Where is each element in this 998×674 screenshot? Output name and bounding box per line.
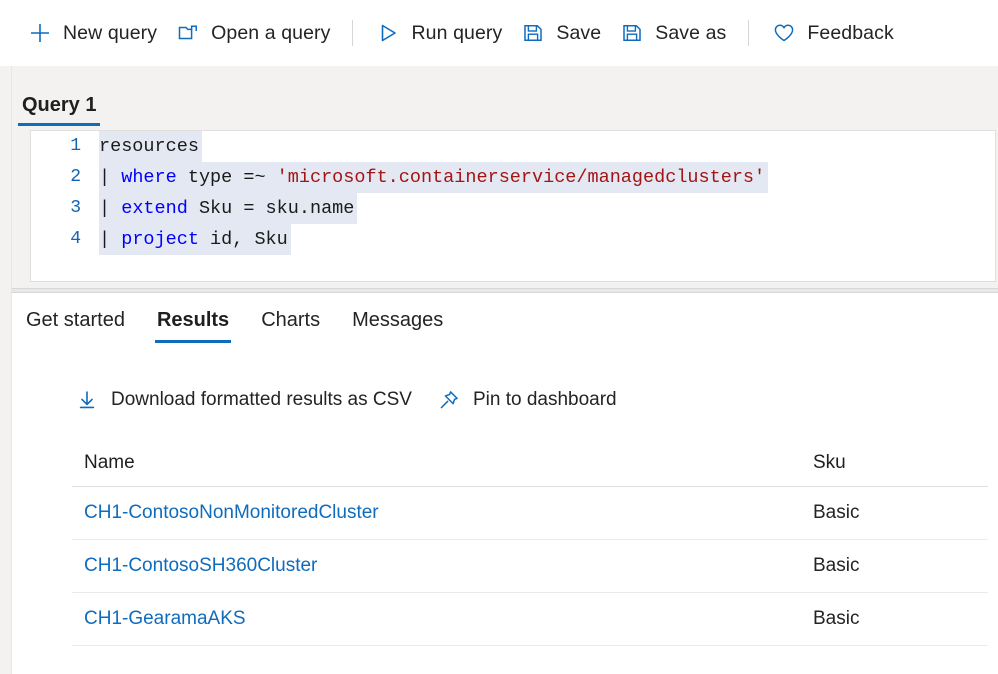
save-disk-icon: [520, 20, 546, 46]
cell-name: CH1-ContosoSH360Cluster: [72, 555, 801, 577]
new-query-label: New query: [63, 21, 158, 44]
results-area: Get started Results Charts Messages Down…: [12, 295, 998, 674]
toolbar-separator-2: [748, 20, 750, 46]
code-line: 1 resources: [31, 131, 995, 162]
open-query-label: Open a query: [211, 21, 331, 44]
code-line-text[interactable]: | extend Sku = sku.name: [99, 193, 358, 224]
cell-sku: Basic: [801, 555, 988, 577]
left-gutter: [0, 66, 12, 674]
query-tabstrip: Query 1: [12, 66, 101, 126]
table-row: CH1-ContosoNonMonitoredCluster Basic: [72, 487, 988, 540]
play-triangle-icon: [375, 20, 401, 46]
table-row: CH1-ContosoSH360Cluster Basic: [72, 540, 988, 593]
new-query-button[interactable]: New query: [18, 12, 166, 54]
resource-link[interactable]: CH1-GearamaAKS: [84, 608, 246, 629]
pin-to-dashboard-label: Pin to dashboard: [472, 389, 617, 410]
toolbar-separator-1: [352, 20, 354, 46]
tab-active-underline: [154, 340, 232, 343]
code-token: type =~: [176, 167, 277, 188]
query-pane: Query 1 1 resources 2 | where type =~ 'm…: [12, 66, 998, 292]
line-number: 2: [70, 167, 81, 187]
run-query-label: Run query: [411, 21, 503, 44]
sku-value: Basic: [813, 608, 860, 629]
run-query-button[interactable]: Run query: [366, 12, 511, 54]
command-toolbar: New query Open a query Run query Save Sa…: [0, 0, 998, 66]
code-token: Sku = sku.name: [187, 198, 355, 219]
cell-sku: Basic: [801, 502, 988, 524]
code-line-text[interactable]: | project id, Sku: [99, 224, 291, 255]
query-tab-active-underline: [18, 123, 101, 126]
tab-label: Charts: [261, 309, 321, 331]
column-header-sku[interactable]: Sku: [801, 452, 988, 474]
download-csv-button[interactable]: Download formatted results as CSV: [74, 387, 412, 413]
save-button[interactable]: Save: [511, 12, 610, 54]
code-token: |: [99, 167, 122, 188]
code-line-text[interactable]: | where type =~ 'microsoft.containerserv…: [99, 162, 769, 193]
pin-icon: [436, 387, 462, 413]
plus-icon: [27, 20, 53, 46]
tab-get-started[interactable]: Get started: [24, 305, 127, 343]
tab-label: Messages: [352, 309, 444, 331]
resource-link[interactable]: CH1-ContosoSH360Cluster: [84, 555, 317, 576]
code-token: |: [99, 198, 122, 219]
save-as-disk-icon: [619, 20, 645, 46]
save-as-button[interactable]: Save as: [610, 12, 735, 54]
download-csv-label: Download formatted results as CSV: [111, 389, 412, 410]
code-token: resources: [99, 136, 199, 157]
cell-name: CH1-GearamaAKS: [72, 608, 801, 630]
line-number: 1: [70, 136, 81, 156]
tab-results[interactable]: Results: [154, 305, 232, 343]
code-token-keyword: extend: [121, 198, 188, 219]
code-line: 4 | project id, Sku: [31, 224, 995, 255]
save-as-label: Save as: [655, 21, 727, 44]
folder-open-icon: [175, 20, 201, 46]
code-token-string: 'microsoft.containerservice/managedclust…: [276, 167, 766, 188]
tab-messages[interactable]: Messages: [350, 305, 445, 343]
sku-value: Basic: [813, 555, 860, 576]
table-row: CH1-GearamaAKS Basic: [72, 593, 988, 646]
pin-to-dashboard-button[interactable]: Pin to dashboard: [436, 387, 617, 413]
tab-label: Get started: [26, 309, 125, 331]
feedback-label: Feedback: [807, 21, 894, 44]
cell-name: CH1-ContosoNonMonitoredCluster: [72, 502, 801, 524]
line-number: 4: [70, 229, 81, 249]
pane-splitter[interactable]: [12, 288, 998, 293]
download-arrow-icon: [74, 387, 100, 413]
code-token: id, Sku: [198, 229, 288, 250]
save-label: Save: [556, 21, 602, 44]
code-line: 2 | where type =~ 'microsoft.containerse…: [31, 162, 995, 193]
sku-value: Basic: [813, 502, 860, 523]
resource-link[interactable]: CH1-ContosoNonMonitoredCluster: [84, 502, 379, 523]
code-token-keyword: where: [121, 167, 177, 188]
results-action-row: Download formatted results as CSV Pin to…: [74, 387, 641, 413]
column-header-name[interactable]: Name: [72, 452, 801, 474]
tab-charts[interactable]: Charts: [259, 305, 322, 343]
tab-label: Results: [156, 309, 230, 331]
query-tab-query-1[interactable]: Query 1: [18, 94, 101, 126]
results-table: Name Sku CH1-ContosoNonMonitoredCluster …: [72, 440, 988, 646]
code-token-keyword: project: [121, 229, 199, 250]
results-tabstrip: Get started Results Charts Messages: [24, 305, 473, 353]
code-token: |: [99, 229, 122, 250]
heart-icon: [771, 20, 797, 46]
line-number: 3: [70, 198, 81, 218]
query-tab-label: Query 1: [22, 94, 97, 116]
code-line: 3 | extend Sku = sku.name: [31, 193, 995, 224]
query-code-editor[interactable]: 1 resources 2 | where type =~ 'microsoft…: [30, 130, 996, 282]
cell-sku: Basic: [801, 608, 988, 630]
feedback-button[interactable]: Feedback: [762, 12, 902, 54]
azure-resource-graph-explorer: New query Open a query Run query Save Sa…: [0, 0, 998, 674]
code-line-text[interactable]: resources: [99, 131, 202, 162]
open-query-button[interactable]: Open a query: [166, 12, 339, 54]
table-header-row: Name Sku: [72, 440, 988, 487]
